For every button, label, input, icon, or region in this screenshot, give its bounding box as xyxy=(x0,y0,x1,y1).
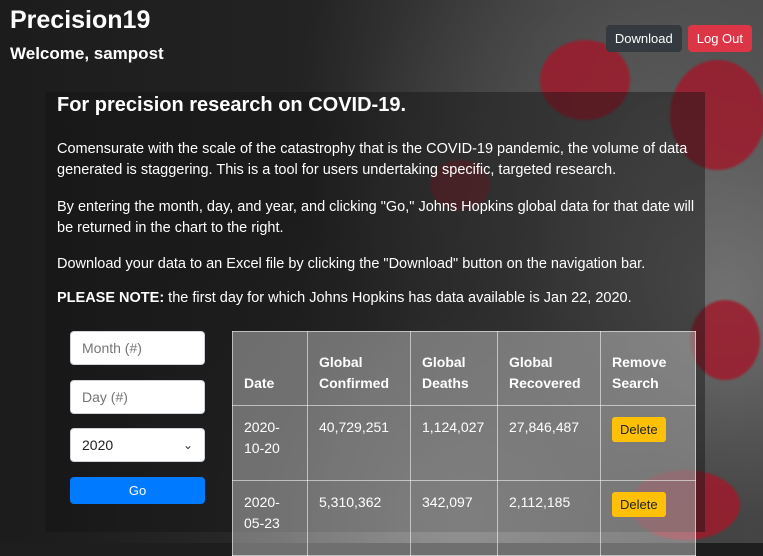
column-header-remove: Remove Search xyxy=(600,331,696,406)
logout-button[interactable]: Log Out xyxy=(687,25,752,52)
cell-recovered: 27,846,487 xyxy=(497,405,601,481)
table-row: 2020-05-23 5,310,362 342,097 2,112,185 D… xyxy=(232,480,696,556)
year-select-value: 2020 xyxy=(82,437,114,453)
welcome-message: Welcome, sampost xyxy=(10,44,164,63)
delete-button[interactable]: Delete xyxy=(612,417,666,442)
column-header-recovered: Global Recovered xyxy=(497,331,601,406)
results-table: Date Global Confirmed Global Deaths Glob… xyxy=(232,331,696,556)
cell-remove: Delete xyxy=(600,405,696,481)
note-label: PLEASE NOTE: xyxy=(57,290,165,306)
cell-deaths: 1,124,027 xyxy=(410,405,498,481)
cell-confirmed: 5,310,362 xyxy=(307,480,411,556)
note-text: the first day for which Johns Hopkins ha… xyxy=(164,290,632,306)
table-header-row: Date Global Confirmed Global Deaths Glob… xyxy=(232,331,696,406)
column-header-deaths: Global Deaths xyxy=(410,331,498,406)
day-input[interactable] xyxy=(70,380,205,414)
column-header-confirmed: Global Confirmed xyxy=(307,331,411,406)
intro-paragraph-1: Comensurate with the scale of the catast… xyxy=(57,141,688,178)
go-button[interactable]: Go xyxy=(70,477,205,504)
cell-confirmed: 40,729,251 xyxy=(307,405,411,481)
cell-date: 2020-05-23 xyxy=(232,480,308,556)
delete-button[interactable]: Delete xyxy=(612,492,666,517)
navbar-actions: Download Log Out xyxy=(605,25,752,52)
cell-remove: Delete xyxy=(600,480,696,556)
page-headline: For precision research on COVID-19. xyxy=(57,94,406,116)
download-button[interactable]: Download xyxy=(605,25,682,52)
intro-paragraph-3: Download your data to an Excel file by c… xyxy=(57,256,646,272)
cell-recovered: 2,112,185 xyxy=(497,480,601,556)
table-row: 2020-10-20 40,729,251 1,124,027 27,846,4… xyxy=(232,405,696,481)
intro-paragraph-2: By entering the month, day, and year, an… xyxy=(57,199,695,236)
brand-title[interactable]: Precision19 xyxy=(10,6,150,35)
chevron-down-icon: ⌄ xyxy=(182,438,193,452)
column-header-date: Date xyxy=(232,331,308,406)
cell-deaths: 342,097 xyxy=(410,480,498,556)
cell-date: 2020-10-20 xyxy=(232,405,308,481)
year-select[interactable]: 2020 ⌄ xyxy=(70,428,205,462)
month-input[interactable] xyxy=(70,331,205,365)
data-availability-note: PLEASE NOTE: the first day for which Joh… xyxy=(57,288,697,309)
